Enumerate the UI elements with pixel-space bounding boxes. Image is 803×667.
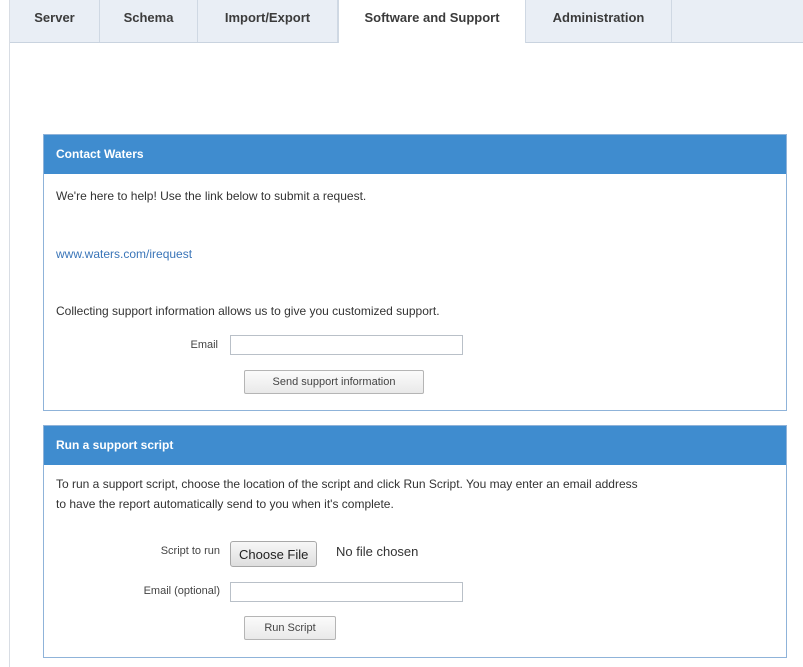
choose-file-button[interactable]: Choose File — [230, 541, 318, 567]
script-to-run-label: Script to run — [160, 545, 220, 557]
optional-email-label: Email (optional) — [143, 585, 220, 597]
tab-import-export[interactable]: Import/Export — [198, 0, 338, 42]
tab-software-and-support[interactable]: Software and Support — [338, 0, 526, 43]
email-label: Email — [190, 339, 218, 351]
no-file-chosen-text: No file chosen — [336, 544, 419, 559]
irequest-link[interactable]: www.waters.com/irequest — [56, 247, 192, 261]
support-script-header: Run a support script — [44, 426, 786, 465]
tab-administration[interactable]: Administration — [526, 0, 672, 42]
tab-schema[interactable]: Schema — [100, 0, 198, 42]
contact-intro-text: We're here to help! Use the link below t… — [56, 189, 367, 203]
contact-waters-panel: Contact Waters We're here to help! Use t… — [43, 134, 787, 411]
support-script-panel: Run a support script To run a support sc… — [43, 425, 787, 658]
tab-bar: Server Schema Import/Export Software and… — [10, 0, 803, 43]
collecting-info-text: Collecting support information allows us… — [56, 304, 440, 318]
email-field[interactable] — [230, 335, 463, 355]
tab-server[interactable]: Server — [10, 0, 100, 42]
send-support-information-button[interactable]: Send support information — [244, 370, 424, 394]
run-script-button[interactable]: Run Script — [244, 616, 336, 640]
script-description-line1: To run a support script, choose the loca… — [56, 477, 638, 491]
contact-waters-header: Contact Waters — [44, 135, 786, 174]
optional-email-field[interactable] — [230, 582, 463, 602]
script-description-line2: to have the report automatically send to… — [56, 497, 394, 511]
left-border — [9, 0, 10, 667]
